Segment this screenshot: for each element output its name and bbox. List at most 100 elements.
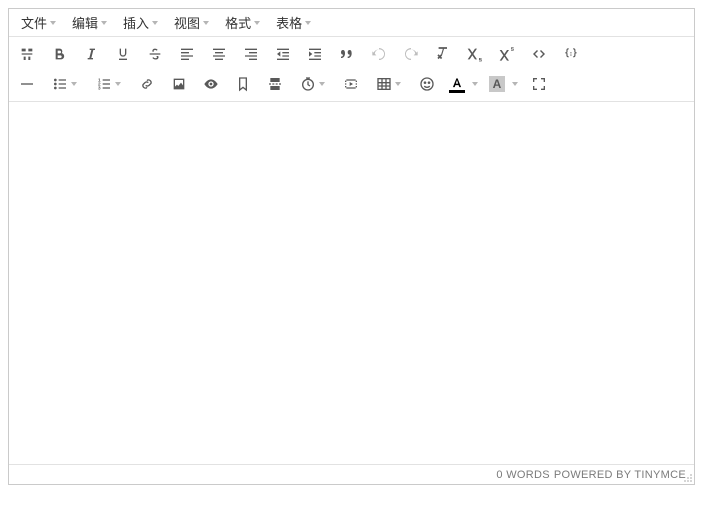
datetime-button[interactable]: [293, 70, 333, 98]
chevron-down-icon: [203, 21, 209, 25]
chevron-down-icon: [319, 82, 325, 86]
word-count-label: WORDS: [506, 469, 550, 481]
menu-edit-label: 编辑: [72, 13, 98, 32]
pagebreak-button[interactable]: [261, 70, 289, 98]
indent-button[interactable]: [301, 40, 329, 68]
superscript-button[interactable]: [493, 40, 521, 68]
outdent-icon: [275, 46, 291, 62]
chevron-down-icon: [50, 21, 56, 25]
image-button[interactable]: [165, 70, 193, 98]
align-right-button[interactable]: [237, 40, 265, 68]
anchor-button[interactable]: [229, 70, 257, 98]
align-left-icon: [179, 46, 195, 62]
bold-button[interactable]: [45, 40, 73, 68]
quote-icon: [339, 46, 355, 62]
chevron-down-icon: [101, 21, 107, 25]
menu-table[interactable]: 表格: [268, 9, 319, 36]
indent-icon: [307, 46, 323, 62]
clear-format-icon: [435, 46, 451, 62]
align-left-button[interactable]: [173, 40, 201, 68]
emoticons-button[interactable]: [413, 70, 441, 98]
chevron-down-icon: [305, 21, 311, 25]
text-color-swatch: [449, 90, 465, 93]
numbered-list-button[interactable]: 123: [89, 70, 129, 98]
bullet-list-icon: [52, 76, 68, 92]
align-center-icon: [211, 46, 227, 62]
outdent-button[interactable]: [269, 40, 297, 68]
menu-format[interactable]: 格式: [217, 9, 268, 36]
chevron-down-icon: [254, 21, 260, 25]
horizontal-rule-icon: [19, 76, 35, 92]
underline-icon: [115, 46, 131, 62]
bullet-list-button[interactable]: [45, 70, 85, 98]
menu-view[interactable]: 视图: [166, 9, 217, 36]
eye-icon: [203, 76, 219, 92]
format-painter-button[interactable]: [13, 40, 41, 68]
table-button[interactable]: [369, 70, 409, 98]
menubar: 文件 编辑 插入 视图 格式 表格: [9, 9, 694, 37]
table-icon: [376, 76, 392, 92]
subscript-icon: [467, 46, 483, 62]
highlight-icon: A: [489, 76, 505, 92]
strikethrough-icon: [147, 46, 163, 62]
menu-file[interactable]: 文件: [13, 9, 64, 36]
superscript-icon: [499, 46, 515, 62]
statusbar: 0 WORDS POWERED BY TINYMCE: [9, 464, 694, 484]
editor-content-area[interactable]: [9, 102, 694, 464]
chevron-down-icon: [472, 82, 478, 86]
bookmark-icon: [235, 76, 251, 92]
redo-button[interactable]: [397, 40, 425, 68]
menu-table-label: 表格: [276, 13, 302, 32]
menu-format-label: 格式: [225, 13, 251, 32]
pagebreak-icon: [267, 76, 283, 92]
undo-icon: [371, 46, 387, 62]
chevron-down-icon: [71, 82, 77, 86]
format-painter-icon: [19, 46, 35, 62]
powered-by[interactable]: POWERED BY TINYMCE: [554, 469, 686, 481]
code-icon: [531, 46, 547, 62]
text-color-icon: [450, 76, 464, 89]
chevron-down-icon: [512, 82, 518, 86]
menu-edit[interactable]: 编辑: [64, 9, 115, 36]
image-icon: [171, 76, 187, 92]
clock-icon: [300, 76, 316, 92]
italic-icon: [83, 46, 99, 62]
code-button[interactable]: [525, 40, 553, 68]
editor-container: 文件 编辑 插入 视图 格式 表格: [8, 8, 695, 485]
align-center-button[interactable]: [205, 40, 233, 68]
link-button[interactable]: [133, 70, 161, 98]
numbered-list-icon: 123: [96, 76, 112, 92]
svg-text:3: 3: [98, 85, 101, 90]
media-button[interactable]: [337, 70, 365, 98]
menu-insert[interactable]: 插入: [115, 9, 166, 36]
chevron-down-icon: [152, 21, 158, 25]
text-color-button[interactable]: [445, 70, 481, 98]
menu-file-label: 文件: [21, 13, 47, 32]
strikethrough-button[interactable]: [141, 40, 169, 68]
align-right-icon: [243, 46, 259, 62]
code-block-icon: [563, 46, 579, 62]
underline-button[interactable]: [109, 40, 137, 68]
italic-button[interactable]: [77, 40, 105, 68]
menu-insert-label: 插入: [123, 13, 149, 32]
word-count-value: 0: [496, 469, 502, 481]
hr-button[interactable]: [13, 70, 41, 98]
link-icon: [139, 76, 155, 92]
chevron-down-icon: [115, 82, 121, 86]
preview-button[interactable]: [197, 70, 225, 98]
background-color-button[interactable]: A: [485, 70, 521, 98]
subscript-button[interactable]: [461, 40, 489, 68]
smile-icon: [419, 76, 435, 92]
media-icon: [343, 76, 359, 92]
chevron-down-icon: [395, 82, 401, 86]
blockquote-button[interactable]: [333, 40, 361, 68]
word-count[interactable]: 0 WORDS: [496, 469, 549, 481]
bold-icon: [51, 46, 67, 62]
menu-view-label: 视图: [174, 13, 200, 32]
codesample-button[interactable]: [557, 40, 585, 68]
fullscreen-button[interactable]: [525, 70, 553, 98]
remove-format-button[interactable]: [429, 40, 457, 68]
fullscreen-icon: [531, 76, 547, 92]
resize-handle-icon[interactable]: [683, 473, 693, 483]
undo-button[interactable]: [365, 40, 393, 68]
